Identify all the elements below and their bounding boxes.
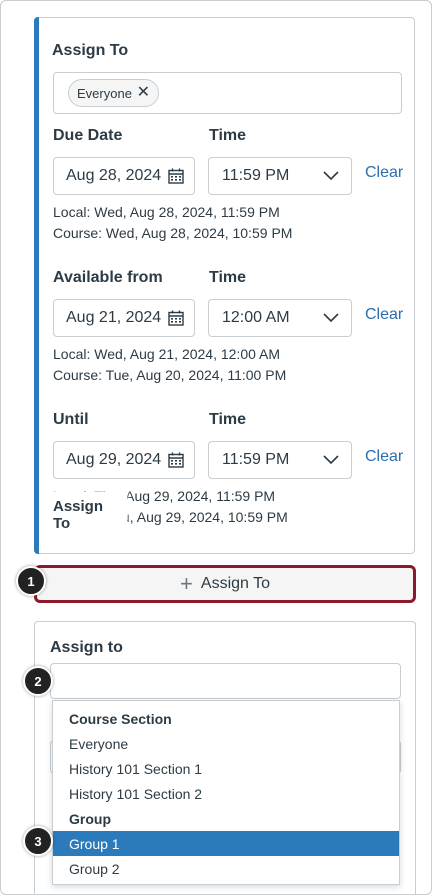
due-clear-link[interactable]: Clear	[365, 164, 403, 182]
until-label: Until	[53, 411, 89, 428]
available-date-input[interactable]: Aug 21, 2024	[53, 299, 195, 337]
chip-label: Everyone	[77, 85, 132, 101]
until-time-select[interactable]: 11:59 PM	[208, 441, 352, 479]
assign-to-label: Assign To	[52, 42, 129, 59]
available-local-time: Local: Wed, Aug 21, 2024, 12:00 AM	[53, 346, 281, 362]
assign-to-search-input[interactable]	[50, 663, 401, 699]
due-course-time: Course: Wed, Aug 28, 2024, 10:59 PM	[53, 225, 293, 241]
calendar-icon[interactable]	[168, 310, 184, 326]
group-header-course-section: Course Section	[69, 711, 172, 727]
add-assign-to-button[interactable]: + Assign To	[34, 565, 416, 603]
chevron-down-icon	[323, 313, 339, 323]
plus-icon: +	[180, 571, 193, 596]
available-date-value: Aug 21, 2024	[66, 309, 162, 326]
step-badge-1: 1	[16, 566, 46, 596]
chevron-down-icon	[323, 455, 339, 465]
due-time-value: 11:59 PM	[222, 167, 290, 184]
due-date-input[interactable]: Aug 28, 2024	[53, 157, 195, 195]
available-time-label: Time	[209, 269, 247, 286]
calendar-icon[interactable]	[168, 452, 184, 468]
available-time-value: 12:00 AM	[222, 309, 290, 326]
until-time-label: Time	[209, 411, 247, 428]
due-time-select[interactable]: 11:59 PM	[208, 157, 352, 195]
everyone-chip[interactable]: Everyone ✕	[68, 79, 159, 107]
due-date-value: Aug 28, 2024	[66, 167, 162, 184]
add-assign-to-label: Assign To	[200, 575, 270, 592]
step-badge-3: 3	[23, 826, 53, 856]
available-clear-link[interactable]: Clear	[365, 306, 403, 324]
available-time-select[interactable]: 12:00 AM	[208, 299, 352, 337]
group-header-group: Group	[69, 811, 111, 827]
available-from-label: Available from	[53, 269, 163, 286]
step-badge-2: 2	[23, 666, 53, 696]
until-time-value: 11:59 PM	[222, 451, 290, 468]
assign-to-label-2: Assign to	[50, 639, 123, 656]
option-history-101-section-1[interactable]: History 101 Section 1	[53, 756, 399, 781]
due-local-time: Local: Wed, Aug 28, 2024, 11:59 PM	[53, 204, 280, 220]
chevron-down-icon	[323, 171, 339, 181]
due-time-label: Time	[209, 127, 247, 144]
option-everyone[interactable]: Everyone	[53, 731, 399, 756]
option-history-101-section-2[interactable]: History 101 Section 2	[53, 781, 399, 806]
available-course-time: Course: Tue, Aug 20, 2024, 11:00 PM	[53, 367, 287, 383]
until-date-input[interactable]: Aug 29, 2024	[53, 441, 195, 479]
option-group-2[interactable]: Group 2	[53, 856, 399, 881]
close-icon[interactable]: ✕	[137, 85, 150, 101]
assign-to-dropdown: Course Section Everyone History 101 Sect…	[52, 700, 400, 885]
drag-tooltip: Assign To	[49, 492, 127, 532]
due-date-label: Due Date	[53, 127, 123, 144]
until-date-value: Aug 29, 2024	[66, 451, 162, 468]
option-group-1[interactable]: Group 1	[53, 831, 399, 856]
until-clear-link[interactable]: Clear	[365, 448, 403, 466]
card-accent-bar	[34, 17, 39, 554]
calendar-icon[interactable]	[168, 168, 184, 184]
